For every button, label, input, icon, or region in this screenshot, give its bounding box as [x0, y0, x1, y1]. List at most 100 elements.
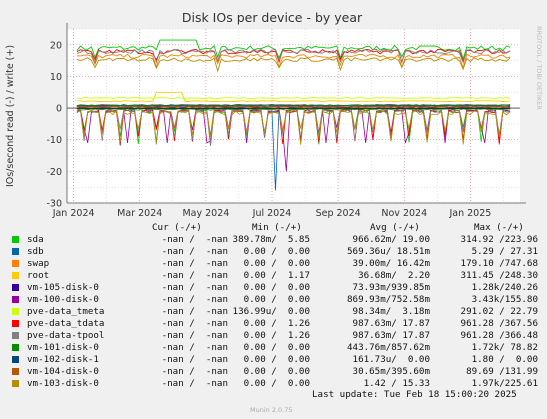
- legend-name: vm-104-disk-0: [27, 366, 99, 377]
- legend-cur: -nan / -nan: [161, 366, 228, 377]
- legend-swatch: [12, 320, 19, 327]
- legend-name: vm-102-disk-1: [27, 354, 99, 365]
- legend-max: 5.29 / 27.31: [471, 246, 538, 257]
- chart-title: Disk IOs per device - by year: [182, 10, 363, 25]
- legend-max: 3.43k/155.80: [471, 294, 538, 305]
- x-tick-label: Mar 2024: [117, 208, 162, 219]
- legend-name: vm-101-disk-0: [27, 342, 99, 353]
- legend-cur: -nan / -nan: [161, 258, 228, 269]
- legend-cur: -nan / -nan: [161, 294, 228, 305]
- y-axis-label: IOs/second read (-) / write (+): [5, 45, 16, 187]
- legend-min: 0.00 / 1.26: [243, 318, 310, 329]
- legend-swatch: [12, 368, 19, 375]
- legend-min: 0.00 / 0.00: [243, 366, 310, 377]
- legend-max: 961.28 /366.48: [460, 330, 538, 341]
- legend-min: 0.00 / 0.00: [243, 378, 310, 389]
- legend-swatch: [12, 260, 19, 267]
- legend-avg: 161.73u/ 0.00: [352, 354, 430, 365]
- legend-name: vm-105-disk-0: [27, 282, 99, 293]
- x-tick-label: Jan 2024: [52, 208, 95, 219]
- legend-header-max: Max (-/+): [474, 222, 524, 233]
- legend-cur: -nan / -nan: [161, 282, 228, 293]
- legend-avg: 869.93m/752.58m: [347, 294, 430, 305]
- legend-avg: 39.00m/ 16.42m: [352, 258, 430, 269]
- legend-name: swap: [27, 258, 50, 269]
- legend-name: sdb: [27, 246, 44, 257]
- legend-swatch: [12, 332, 19, 339]
- legend-min: 389.78m/ 5.85: [232, 234, 310, 245]
- legend-avg: 987.63m/ 17.87: [352, 330, 430, 341]
- legend-min: 0.00 / 0.00: [243, 246, 310, 257]
- y-tick-label: 20: [50, 40, 62, 51]
- legend-max: 1.97k/225.61: [471, 378, 538, 389]
- x-tick-label: Jul 2024: [252, 208, 292, 219]
- legend-max: 961.28 /367.56: [460, 318, 538, 329]
- legend-swatch: [12, 284, 19, 291]
- legend-max: 89.69 /131.99: [466, 366, 538, 377]
- y-tick-label: 10: [50, 72, 62, 83]
- legend-avg: 73.93m/939.85m: [352, 282, 430, 293]
- legend-header-cur: Cur (-/+): [152, 222, 202, 233]
- legend-max: 1.28k/240.26: [471, 282, 538, 293]
- legend-cur: -nan / -nan: [161, 234, 228, 245]
- legend-header-min: Min (-/+): [252, 222, 302, 233]
- x-tick-label: Nov 2024: [381, 208, 427, 219]
- y-tick-label: 0: [56, 104, 62, 115]
- legend-max: 311.45 /248.30: [460, 270, 538, 281]
- legend-name: pve-data_tdata: [27, 318, 105, 329]
- legend-cur: -nan / -nan: [161, 354, 228, 365]
- legend-name: root: [27, 270, 50, 281]
- legend-avg: 443.76m/857.62m: [347, 342, 430, 353]
- chart: 20100-10-20-30Jan 2024 Mar 2024 May 2024 Ju…: [5, 10, 543, 219]
- legend-name: pve-data_tmeta: [27, 306, 105, 317]
- y-tick-label: -10: [46, 135, 62, 146]
- legend-max: 314.92 /223.96: [460, 234, 538, 245]
- legend-swatch: [12, 308, 19, 315]
- legend-name: pve-data-tpool: [27, 330, 105, 341]
- legend-min: 0.00 / 0.00: [243, 354, 310, 365]
- watermark: RRDTOOL / TOBI OETIKER: [535, 26, 543, 110]
- legend-swatch: [12, 356, 19, 363]
- last-update: Last update: Tue Feb 18 15:00:20 2025: [312, 389, 517, 400]
- legend-avg: 36.68m/ 2.20: [358, 270, 430, 281]
- y-tick-label: -20: [46, 167, 62, 178]
- legend-cur: -nan / -nan: [161, 330, 228, 341]
- x-tick-label: Jan 2025: [448, 208, 491, 219]
- legend-avg: 569.36u/ 18.51m: [347, 246, 430, 257]
- legend-min: 0.00 / 0.00: [243, 282, 310, 293]
- legend-max: 1.72k/ 78.82: [471, 342, 538, 353]
- legend-min: 136.99u/ 0.00: [232, 306, 310, 317]
- legend-avg: 987.63m/ 17.87: [352, 318, 430, 329]
- legend-max: 291.02 / 22.79: [460, 306, 538, 317]
- legend-swatch: [12, 344, 19, 351]
- legend-swatch: [12, 248, 19, 255]
- legend-swatch: [12, 296, 19, 303]
- legend-avg: 30.65m/395.60m: [352, 366, 430, 377]
- legend-avg: 98.34m/ 3.18m: [352, 306, 430, 317]
- legend-cur: -nan / -nan: [161, 306, 228, 317]
- legend-cur: -nan / -nan: [161, 378, 228, 389]
- x-tick-label: May 2024: [182, 208, 229, 219]
- legend-min: 0.00 / 1.26: [243, 330, 310, 341]
- legend-avg: 1.42 / 15.33: [363, 378, 430, 389]
- legend-header-avg: Avg (-/+): [370, 222, 420, 233]
- legend-cur: -nan / -nan: [161, 318, 228, 329]
- legend-avg: 966.62m/ 19.00: [352, 234, 430, 245]
- legend-swatch: [12, 380, 19, 387]
- legend-name: sda: [27, 234, 44, 245]
- legend-cur: -nan / -nan: [161, 246, 228, 257]
- legend-swatch: [12, 272, 19, 279]
- legend-max: 1.80 / 0.00: [471, 354, 538, 365]
- legend-max: 179.10 /747.68: [460, 258, 538, 269]
- legend-min: 0.00 / 1.17: [243, 270, 310, 281]
- legend-name: vm-100-disk-0: [27, 294, 99, 305]
- legend-cur: -nan / -nan: [161, 270, 228, 281]
- generator-credit: Munin 2.0.75: [250, 406, 293, 414]
- legend-min: 0.00 / 0.00: [243, 258, 310, 269]
- legend-name: vm-103-disk-0: [27, 378, 99, 389]
- legend-swatch: [12, 236, 19, 243]
- x-tick-label: Sep 2024: [316, 208, 361, 219]
- legend-cur: -nan / -nan: [161, 342, 228, 353]
- legend-min: 0.00 / 0.00: [243, 342, 310, 353]
- legend-min: 0.00 / 0.00: [243, 294, 310, 305]
